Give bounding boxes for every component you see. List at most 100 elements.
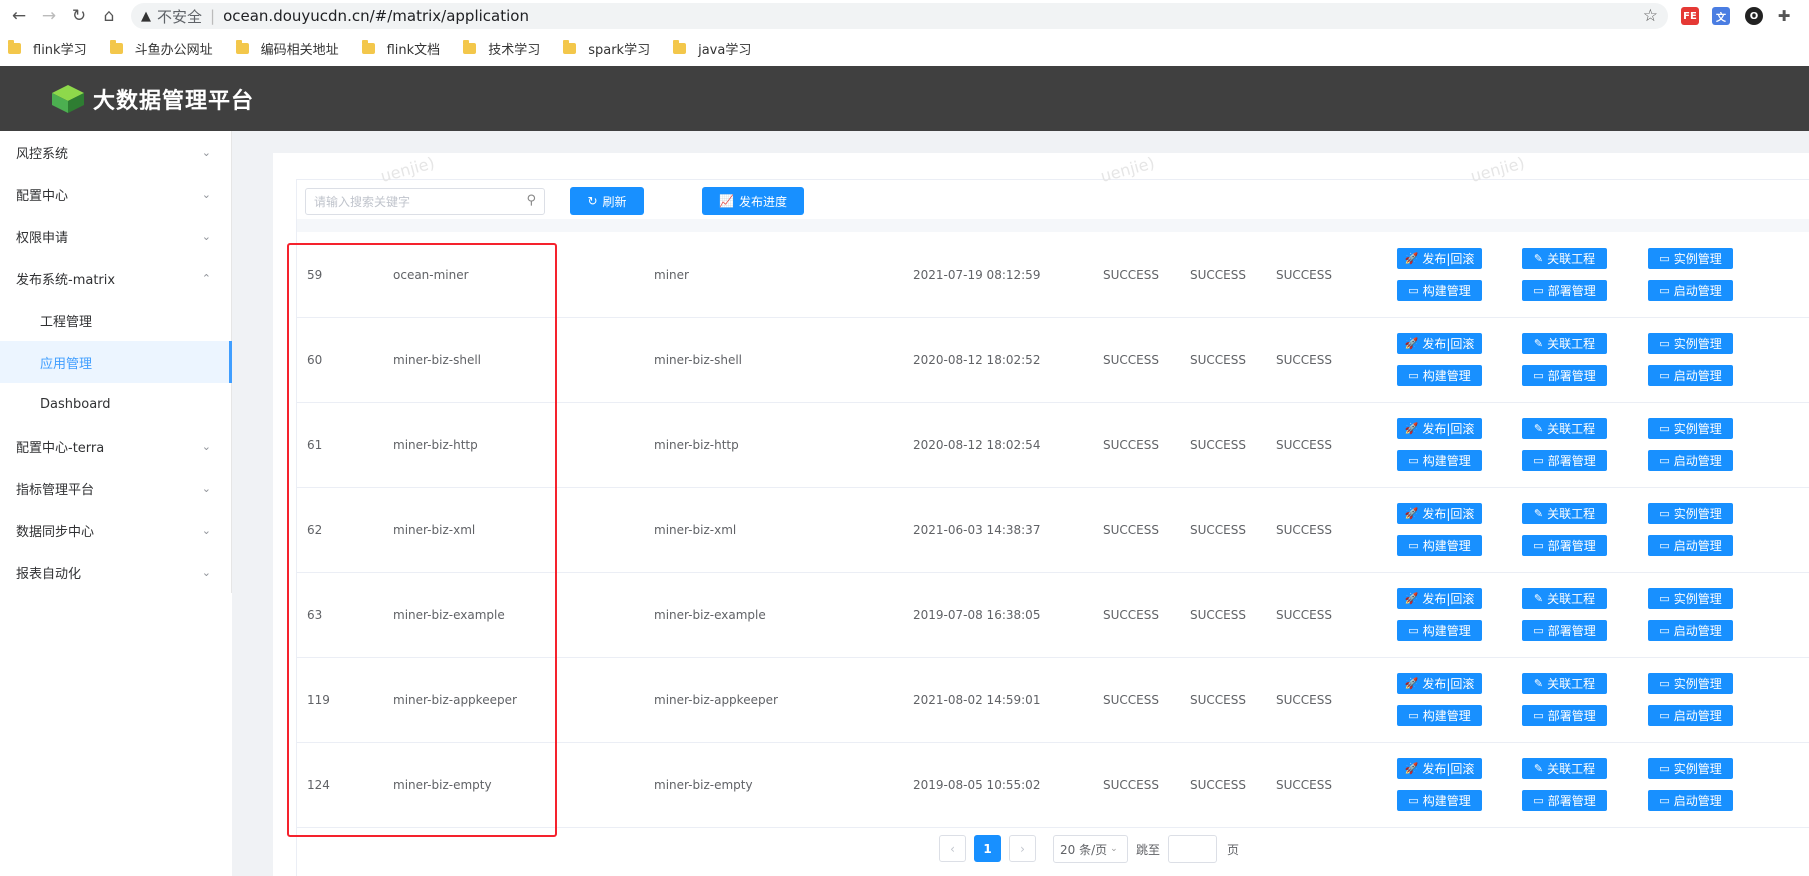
build-manage-button-label: 构建管理 bbox=[1422, 539, 1471, 553]
sidebar-item[interactable]: 配置中心-terra ⌄ bbox=[0, 425, 231, 467]
next-page-button[interactable]: › bbox=[1009, 835, 1036, 862]
bookmark-label: flink文档 bbox=[386, 42, 441, 58]
start-manage-button[interactable]: ▭ 启动管理 bbox=[1648, 450, 1733, 471]
instance-icon: ▭ bbox=[1659, 252, 1670, 265]
search-input[interactable]: 请输入搜索关键字 ⚲ bbox=[305, 188, 545, 215]
publish-rollback-button[interactable]: 🚀 发布|回滚 bbox=[1397, 758, 1482, 779]
cell-updated-time: 2021-06-03 14:38:37 bbox=[913, 523, 1041, 537]
deploy-manage-button[interactable]: ▭ 部署管理 bbox=[1522, 790, 1607, 811]
bookmark-item[interactable]: flink学习 bbox=[8, 39, 87, 58]
publish-progress-button[interactable]: 📈 发布进度 bbox=[702, 187, 804, 215]
instance-manage-button[interactable]: ▭ 实例管理 bbox=[1648, 248, 1733, 269]
link-project-button[interactable]: ✎ 关联工程 bbox=[1522, 333, 1607, 354]
publish-rollback-button-label: 发布|回滚 bbox=[1422, 507, 1475, 521]
deploy-manage-button[interactable]: ▭ 部署管理 bbox=[1522, 280, 1607, 301]
cell-id: 59 bbox=[307, 268, 323, 282]
build-manage-button[interactable]: ▭ 构建管理 bbox=[1397, 280, 1482, 301]
link-project-button[interactable]: ✎ 关联工程 bbox=[1522, 758, 1607, 779]
table-row: 61 miner-biz-http miner-biz-http 2020-08-12… bbox=[297, 403, 1809, 488]
build-manage-button-label: 构建管理 bbox=[1422, 794, 1471, 808]
extension-fe-icon[interactable]: FE bbox=[1681, 7, 1699, 25]
jump-page-input[interactable] bbox=[1168, 835, 1217, 863]
sidebar-item[interactable]: 报表自动化 ⌄ bbox=[0, 551, 231, 593]
deploy-manage-button[interactable]: ▭ 部署管理 bbox=[1522, 450, 1607, 471]
start-manage-button[interactable]: ▭ 启动管理 bbox=[1648, 705, 1733, 726]
sidebar-item[interactable]: 风控系统 ⌄ bbox=[0, 131, 231, 173]
bookmark-item[interactable]: java学习 bbox=[673, 39, 751, 58]
start-manage-button[interactable]: ▭ 启动管理 bbox=[1648, 365, 1733, 386]
sidebar-item-label: 工程管理 bbox=[40, 314, 93, 330]
sidebar-item-label: 风控系统 bbox=[16, 146, 69, 162]
sidebar-item[interactable]: 权限申请 ⌄ bbox=[0, 215, 231, 257]
home-icon[interactable]: ⌂ bbox=[98, 5, 120, 27]
deploy-manage-button[interactable]: ▭ 部署管理 bbox=[1522, 620, 1607, 641]
instance-manage-button[interactable]: ▭ 实例管理 bbox=[1648, 418, 1733, 439]
sidebar-item[interactable]: 工程管理 bbox=[0, 299, 231, 341]
publish-rollback-button[interactable]: 🚀 发布|回滚 bbox=[1397, 588, 1482, 609]
link-project-button[interactable]: ✎ 关联工程 bbox=[1522, 588, 1607, 609]
build-manage-button[interactable]: ▭ 构建管理 bbox=[1397, 705, 1482, 726]
bookmark-item[interactable]: 编码相关地址 bbox=[235, 39, 339, 58]
start-manage-button[interactable]: ▭ 启动管理 bbox=[1648, 620, 1733, 641]
cell-status: SUCCESS bbox=[1276, 778, 1332, 792]
build-manage-button[interactable]: ▭ 构建管理 bbox=[1397, 365, 1482, 386]
build-manage-button[interactable]: ▭ 构建管理 bbox=[1397, 790, 1482, 811]
instance-manage-button[interactable]: ▭ 实例管理 bbox=[1648, 588, 1733, 609]
search-icon[interactable]: ⚲ bbox=[526, 193, 536, 208]
extension-circle-icon[interactable]: O bbox=[1745, 7, 1763, 25]
cell-id: 124 bbox=[307, 778, 330, 792]
publish-rollback-button[interactable]: 🚀 发布|回滚 bbox=[1397, 503, 1482, 524]
sidebar-item-label: 配置中心 bbox=[16, 188, 69, 204]
address-bar[interactable]: ▲ 不安全 | ocean.douyucdn.cn/#/matrix/appli… bbox=[131, 3, 1668, 29]
page-1-button[interactable]: 1 bbox=[974, 835, 1001, 862]
deploy-manage-button[interactable]: ▭ 部署管理 bbox=[1522, 535, 1607, 556]
deploy-manage-button[interactable]: ▭ 部署管理 bbox=[1522, 365, 1607, 386]
bookmark-label: java学习 bbox=[698, 42, 752, 58]
cell-project: miner bbox=[654, 268, 689, 282]
bookmark-item[interactable]: flink文档 bbox=[361, 39, 441, 58]
reload-icon[interactable]: ↻ bbox=[68, 5, 90, 27]
instance-manage-button[interactable]: ▭ 实例管理 bbox=[1648, 673, 1733, 694]
bookmark-item[interactable]: 技术学习 bbox=[463, 39, 540, 58]
bookmark-item[interactable]: spark学习 bbox=[563, 39, 650, 58]
app-header: 大数据管理平台 bbox=[0, 66, 1809, 131]
prev-page-button[interactable]: ‹ bbox=[939, 835, 966, 862]
link-project-button[interactable]: ✎ 关联工程 bbox=[1522, 418, 1607, 439]
sidebar-item[interactable]: 配置中心 ⌄ bbox=[0, 173, 231, 215]
instance-manage-button[interactable]: ▭ 实例管理 bbox=[1648, 503, 1733, 524]
link-project-button[interactable]: ✎ 关联工程 bbox=[1522, 503, 1607, 524]
build-manage-button[interactable]: ▭ 构建管理 bbox=[1397, 535, 1482, 556]
deploy-manage-button-label: 部署管理 bbox=[1547, 284, 1596, 298]
publish-rollback-button[interactable]: 🚀 发布|回滚 bbox=[1397, 248, 1482, 269]
instance-manage-button[interactable]: ▭ 实例管理 bbox=[1648, 758, 1733, 779]
start-manage-button[interactable]: ▭ 启动管理 bbox=[1648, 790, 1733, 811]
build-manage-button[interactable]: ▭ 构建管理 bbox=[1397, 620, 1482, 641]
publish-rollback-button[interactable]: 🚀 发布|回滚 bbox=[1397, 333, 1482, 354]
sidebar-item[interactable]: 应用管理 bbox=[0, 341, 232, 383]
sidebar-item[interactable]: 发布系统-matrix ⌃ bbox=[0, 257, 231, 299]
extensions-puzzle-icon[interactable]: ✚ bbox=[1775, 7, 1793, 25]
instance-manage-button[interactable]: ▭ 实例管理 bbox=[1648, 333, 1733, 354]
deploy-manage-button[interactable]: ▭ 部署管理 bbox=[1522, 705, 1607, 726]
build-manage-button[interactable]: ▭ 构建管理 bbox=[1397, 450, 1482, 471]
publish-rollback-button[interactable]: 🚀 发布|回滚 bbox=[1397, 673, 1482, 694]
refresh-button[interactable]: ↻ 刷新 bbox=[570, 187, 644, 215]
publish-rollback-button[interactable]: 🚀 发布|回滚 bbox=[1397, 418, 1482, 439]
back-icon[interactable]: ← bbox=[8, 5, 30, 27]
monitor-icon: ▭ bbox=[1408, 709, 1419, 722]
folder-icon bbox=[673, 39, 687, 54]
link-project-button[interactable]: ✎ 关联工程 bbox=[1522, 248, 1607, 269]
bookmark-star-icon[interactable]: ☆ bbox=[1643, 6, 1658, 26]
bookmark-item[interactable]: 斗鱼办公网址 bbox=[109, 39, 213, 58]
link-project-button[interactable]: ✎ 关联工程 bbox=[1522, 673, 1607, 694]
page-size-select[interactable]: 20 条/页 ⌄ bbox=[1053, 835, 1128, 863]
forward-icon[interactable]: → bbox=[38, 5, 60, 27]
monitor-icon: ▭ bbox=[1533, 624, 1544, 637]
sidebar-item[interactable]: 数据同步中心 ⌄ bbox=[0, 509, 231, 551]
deploy-manage-button-label: 部署管理 bbox=[1547, 709, 1596, 723]
sidebar-item[interactable]: 指标管理平台 ⌄ bbox=[0, 467, 231, 509]
start-manage-button[interactable]: ▭ 启动管理 bbox=[1648, 280, 1733, 301]
start-manage-button[interactable]: ▭ 启动管理 bbox=[1648, 535, 1733, 556]
sidebar-item[interactable]: Dashboard bbox=[0, 383, 231, 425]
extension-translate-icon[interactable]: 文 bbox=[1712, 7, 1730, 25]
